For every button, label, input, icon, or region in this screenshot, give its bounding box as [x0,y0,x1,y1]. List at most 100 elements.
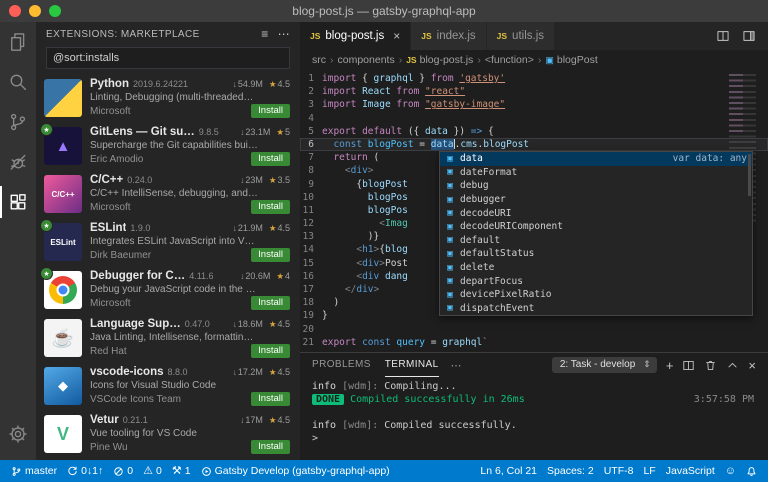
line-number[interactable]: 6 [300,138,322,151]
status-gatsby-develop[interactable]: Gatsby Develop (gatsby-graphql-app) [196,460,395,482]
line-number[interactable]: 4 [300,112,322,125]
minimize-window-button[interactable] [29,5,41,17]
install-button[interactable]: Install [251,296,290,310]
status-git-branch[interactable]: master [6,460,62,482]
tab-index-js[interactable]: JS index.js [411,22,487,50]
panel-tab-terminal[interactable]: TERMINAL [384,353,439,377]
debug-icon [8,152,28,172]
install-button[interactable]: Install [251,152,290,166]
editor[interactable]: 1 import { graphql } from 'gatsby' 2 import… [300,70,768,352]
terminal-picker[interactable]: 2: Task - develop ⇕ [551,357,657,373]
suggest-item-default[interactable]: ▣ default [440,234,752,248]
breadcrumb-function[interactable]: <function> [485,54,534,66]
line-number[interactable]: 16 [300,270,322,283]
line-number[interactable]: 18 [300,296,322,309]
line-number[interactable]: 13 [300,230,322,243]
install-button[interactable]: Install [251,248,290,262]
suggest-item-data[interactable]: ▣ data var data: any [440,152,752,166]
extension-gitlens-git-su[interactable]: ▲ ★ GitLens — Git su… 9.8.5 ↓ 23.1M ★ 5 Supercha… [36,122,300,170]
install-button[interactable]: Install [251,104,290,118]
suggest-item-dispatchevent[interactable]: ▣ dispatchEvent [440,302,752,316]
activity-search[interactable] [0,62,36,102]
suggest-item-decodeuri[interactable]: ▣ decodeURI [440,206,752,220]
terminal[interactable]: info [wdm]: Compiling... DONE Compiled su… [300,377,768,460]
line-number[interactable]: 8 [300,164,322,177]
breadcrumb-blogpost[interactable]: ▣ blogPost [545,54,597,66]
status-eol[interactable]: LF [638,460,660,482]
status-sync[interactable]: 0↓1↑ [62,460,108,482]
suggest-item-departfocus[interactable]: ▣ departFocus [440,274,752,288]
status-running-tasks[interactable]: ⚒ 1 [167,460,196,482]
split-terminal-icon[interactable] [682,359,695,372]
line-number[interactable]: 9 [300,178,322,191]
line-number[interactable]: 21 [300,336,322,349]
suggest-item-dateformat[interactable]: ▣ dateFormat [440,166,752,180]
tab-utils-js[interactable]: JS utils.js [486,22,555,50]
line-number[interactable]: 1 [300,72,322,85]
kill-terminal-icon[interactable] [704,359,717,372]
line-number[interactable]: 14 [300,243,322,256]
install-button[interactable]: Install [251,392,290,406]
extension-vscode-icons[interactable]: ◆ vscode-icons 8.8.0 ↓ 17.2M ★ 4.5 Icons for Vi… [36,362,300,410]
activity-settings[interactable] [0,414,36,454]
status-cursor-position[interactable]: Ln 6, Col 21 [475,460,542,482]
suggest-item-delete[interactable]: ▣ delete [440,261,752,275]
line-number[interactable]: 20 [300,323,322,336]
activity-debug[interactable] [0,142,36,182]
extension-eslint[interactable]: ESLint ★ ESLint 1.9.0 ↓ 21.9M ★ 4.5 Integrates E… [36,218,300,266]
activity-extensions[interactable] [0,182,36,222]
extension-language-sup[interactable]: ☕ Language Sup… 0.47.0 ↓ 18.6M ★ 4.5 Java Linti… [36,314,300,362]
line-number[interactable]: 17 [300,283,322,296]
close-panel-icon[interactable]: × [748,359,756,372]
line-number[interactable]: 2 [300,85,322,98]
status-errors[interactable]: 0 [108,460,138,482]
new-terminal-icon[interactable]: + [666,359,674,372]
maximize-panel-icon[interactable] [726,359,739,372]
panel-tab-problems[interactable]: PROBLEMS [312,353,371,377]
status-warnings[interactable]: ⚠ 0 [138,460,167,482]
close-window-button[interactable] [9,5,21,17]
editor-layout-icon[interactable] [742,29,756,43]
status-notifications[interactable] [741,460,762,482]
line-number[interactable]: 10 [300,191,322,204]
extensions-search-input[interactable] [46,47,290,69]
extension-python[interactable]: Python 2019.6.24221 ↓ 54.9M ★ 4.5 Linting, Deb… [36,74,300,122]
install-button[interactable]: Install [251,344,290,358]
suggest-item-devicepixelratio[interactable]: ▣ devicePixelRatio [440,288,752,302]
code-line-2: 2 import React from "react" [300,85,768,98]
split-editor-icon[interactable] [716,29,730,43]
line-number[interactable]: 19 [300,309,322,322]
install-button[interactable]: Install [251,200,290,214]
extensions-list[interactable]: Python 2019.6.24221 ↓ 54.9M ★ 4.5 Linting, Deb… [36,74,300,460]
extension-debugger-for-c[interactable]: ★ Debugger for C… 4.11.6 ↓ 20.6M ★ 4 Debug your… [36,266,300,314]
filter-icon[interactable]: ≡ [261,27,268,41]
status-feedback[interactable]: ☺ [720,460,741,482]
js-file-icon: JS [421,31,432,41]
breadcrumb-blog-post-js[interactable]: JS blog-post.js [406,54,473,66]
line-number[interactable]: 3 [300,98,322,111]
zoom-window-button[interactable] [49,5,61,17]
status-encoding[interactable]: UTF-8 [599,460,639,482]
line-number[interactable]: 5 [300,125,322,138]
breadcrumb-src[interactable]: src [312,54,326,66]
tab-blog-post-js[interactable]: JS blog-post.js × [300,22,412,50]
extension-vetur[interactable]: V Vetur 0.21.1 ↓ 17M ★ 4.5 Vue tooling for VS C… [36,410,300,458]
suggest-item-debug[interactable]: ▣ debug [440,179,752,193]
suggest-item-debugger[interactable]: ▣ debugger [440,193,752,207]
line-number[interactable]: 11 [300,204,322,217]
install-button[interactable]: Install [251,440,290,454]
status-indentation[interactable]: Spaces: 2 [542,460,599,482]
line-number[interactable]: 15 [300,257,322,270]
activity-explorer[interactable] [0,22,36,62]
suggest-item-decodeuricomponent[interactable]: ▣ decodeURIComponent [440,220,752,234]
breadcrumb-components[interactable]: components [338,54,395,66]
line-number[interactable]: 7 [300,151,322,164]
tab-close-icon[interactable]: × [393,30,400,42]
line-number[interactable]: 12 [300,217,322,230]
panel-overflow-icon[interactable]: ⋯ [451,359,462,372]
more-actions-icon[interactable]: ⋯ [278,27,290,41]
extension-c-c[interactable]: C/C++ C/C++ 0.24.0 ↓ 23M ★ 3.5 C/C++ IntelliSen… [36,170,300,218]
suggest-item-defaultstatus[interactable]: ▣ defaultStatus [440,247,752,261]
activity-source-control[interactable] [0,102,36,142]
status-language-mode[interactable]: JavaScript [661,460,720,482]
